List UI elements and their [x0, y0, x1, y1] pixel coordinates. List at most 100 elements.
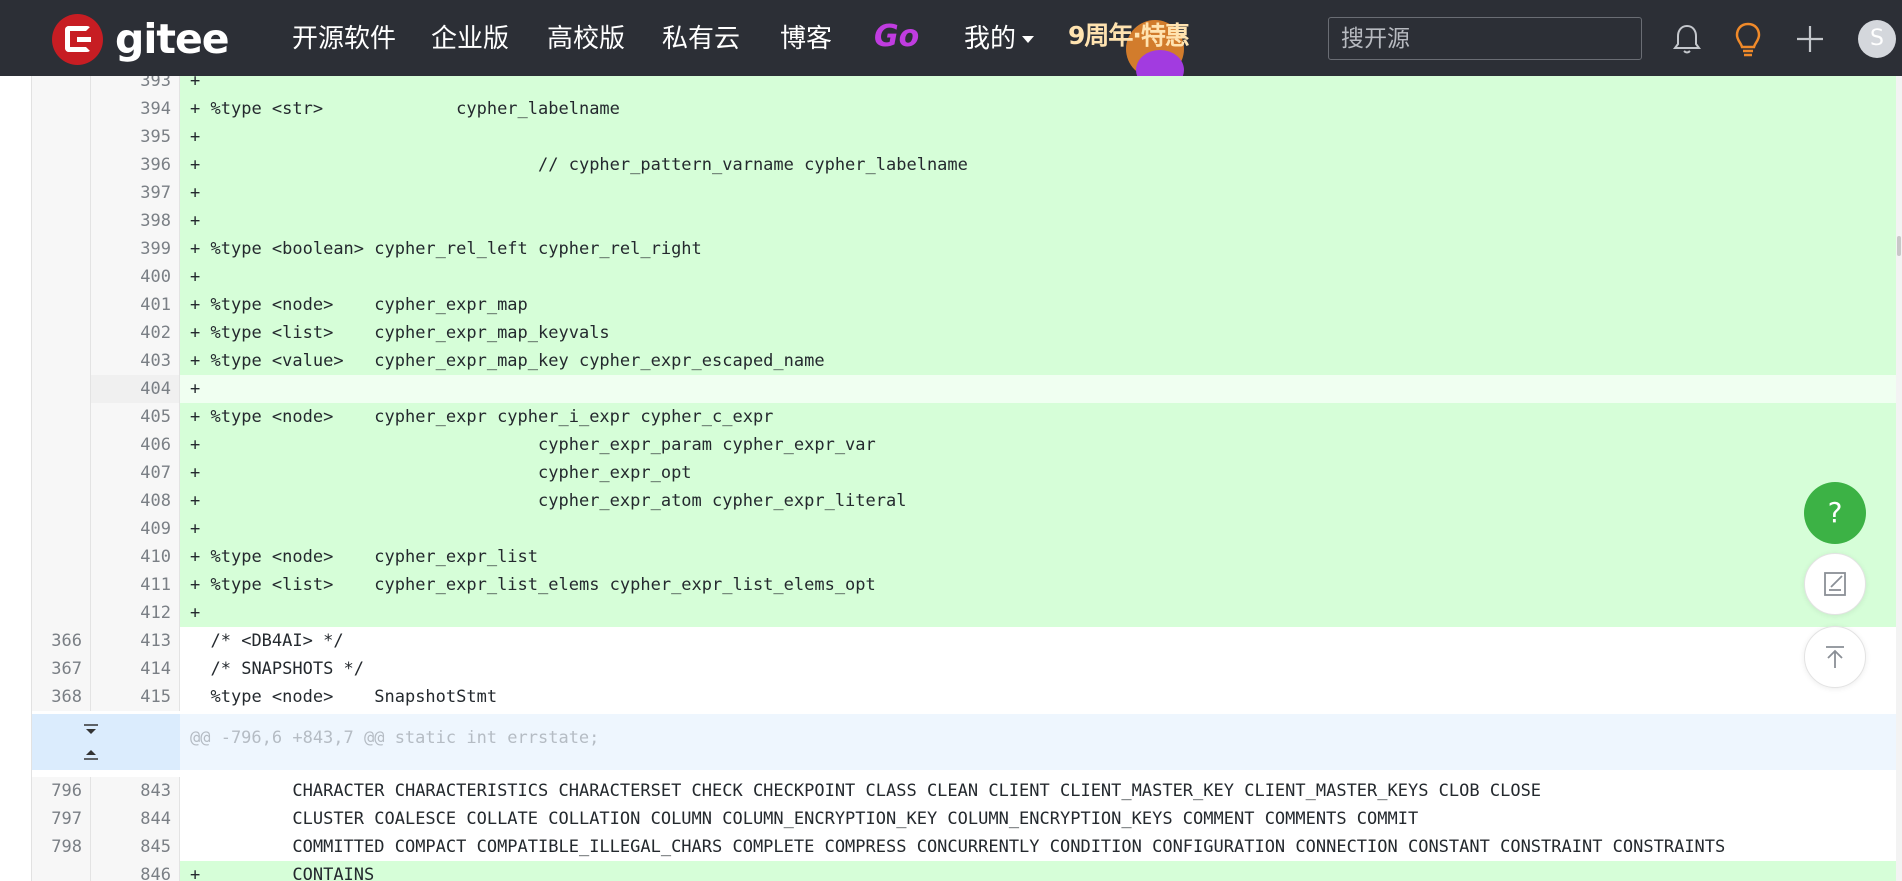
old-line-number[interactable]: 368 — [32, 683, 90, 711]
new-line-number[interactable]: 394 — [90, 95, 180, 123]
old-line-number[interactable] — [32, 403, 90, 431]
nav-item-blog[interactable]: 博客 — [780, 22, 832, 56]
old-line-number[interactable] — [32, 431, 90, 459]
nav-item-go[interactable]: Go — [874, 20, 919, 54]
gitee-logo-icon — [52, 13, 103, 65]
new-line-number[interactable]: 398 — [90, 207, 180, 235]
old-line-number[interactable] — [32, 95, 90, 123]
old-line-number[interactable] — [32, 861, 90, 881]
new-line-number[interactable]: 393 — [90, 76, 180, 95]
expand-up-icon[interactable] — [80, 746, 102, 762]
new-line-number[interactable]: 404 — [90, 375, 180, 403]
diff-sign: + — [190, 575, 201, 595]
diff-sign: + — [190, 211, 201, 231]
lightbulb-icon[interactable] — [1729, 20, 1767, 58]
anniversary-promo-banner[interactable]: 9周年·特惠 — [1066, 6, 1200, 76]
new-line-number[interactable]: 413 — [90, 627, 180, 655]
old-line-number[interactable]: 796 — [32, 777, 90, 805]
new-line-number[interactable]: 411 — [90, 571, 180, 599]
nav-item-education[interactable]: 高校版 — [547, 22, 625, 56]
old-line-number[interactable]: 366 — [32, 627, 90, 655]
code-line: + %type <node> cypher_expr cypher_i_expr… — [180, 403, 1900, 431]
hunk-header-text: @@ -796,6 +843,7 @@ static int errstate; — [190, 728, 600, 748]
new-line-number[interactable]: 395 — [90, 123, 180, 151]
diff-context-line: 797 844 CLUSTER COALESCE COLLATE COLLATIO… — [32, 805, 1900, 833]
code-line: + — [180, 599, 1900, 627]
expand-down-icon[interactable] — [80, 722, 102, 738]
new-line-number[interactable]: 415 — [90, 683, 180, 711]
diff-sign: + — [190, 127, 201, 147]
search-input[interactable] — [1328, 17, 1642, 60]
new-line-number[interactable]: 396 — [90, 151, 180, 179]
diff-sign: + — [190, 463, 201, 483]
scrollbar-thumb[interactable] — [1897, 236, 1901, 256]
old-line-number[interactable] — [32, 599, 90, 627]
plus-icon[interactable] — [1791, 20, 1829, 58]
diff-sign: + — [190, 323, 201, 343]
old-line-number[interactable] — [32, 347, 90, 375]
old-line-number[interactable] — [32, 459, 90, 487]
old-line-number[interactable] — [32, 207, 90, 235]
diff-added-line: 412 + — [32, 599, 1900, 627]
new-line-number[interactable]: 400 — [90, 263, 180, 291]
old-line-number[interactable]: 798 — [32, 833, 90, 861]
old-line-number[interactable] — [32, 319, 90, 347]
old-line-number[interactable] — [32, 375, 90, 403]
old-line-number[interactable]: 367 — [32, 655, 90, 683]
code-line: CLUSTER COALESCE COLLATE COLLATION COLUM… — [180, 805, 1900, 833]
old-line-number[interactable] — [32, 76, 90, 95]
old-line-number[interactable] — [32, 123, 90, 151]
diff-added-line: 397 + — [32, 179, 1900, 207]
old-line-number[interactable] — [32, 571, 90, 599]
new-line-number[interactable]: 845 — [90, 833, 180, 861]
avatar[interactable]: S — [1858, 20, 1896, 58]
old-line-number[interactable] — [32, 543, 90, 571]
new-line-number[interactable]: 401 — [90, 291, 180, 319]
new-line-number[interactable]: 399 — [90, 235, 180, 263]
old-line-number[interactable] — [32, 291, 90, 319]
new-line-number[interactable]: 402 — [90, 319, 180, 347]
diff-sign — [190, 837, 200, 857]
scrollbar-track[interactable] — [1896, 76, 1902, 881]
code-text: %type <node> cypher_expr cypher_i_expr c… — [210, 407, 774, 427]
new-line-number[interactable]: 843 — [90, 777, 180, 805]
nav-item-private-cloud[interactable]: 私有云 — [662, 22, 740, 56]
diff-added-line: 404 + — [32, 375, 1900, 403]
code-text: %type <node> cypher_expr_map — [210, 295, 528, 315]
old-line-number[interactable] — [32, 487, 90, 515]
diff-added-line: 402 + %type <list> cypher_expr_map_keyval… — [32, 319, 1900, 347]
old-line-number[interactable]: 797 — [32, 805, 90, 833]
diff-context-line: 796 843 CHARACTER CHARACTERISTICS CHARACT… — [32, 777, 1900, 805]
diff-sign: + — [190, 519, 201, 539]
new-line-number[interactable]: 410 — [90, 543, 180, 571]
new-line-number[interactable]: 412 — [90, 599, 180, 627]
diff-sign: + — [190, 865, 201, 881]
new-line-number[interactable]: 403 — [90, 347, 180, 375]
new-line-number[interactable]: 409 — [90, 515, 180, 543]
diff-added-line: 394 + %type <str> cypher_labelname — [32, 95, 1900, 123]
old-line-number[interactable] — [32, 235, 90, 263]
new-line-number[interactable]: 397 — [90, 179, 180, 207]
nav-item-open-source[interactable]: 开源软件 — [292, 22, 396, 56]
old-line-number[interactable] — [32, 151, 90, 179]
new-line-number[interactable]: 846 — [90, 861, 180, 881]
new-line-number[interactable]: 408 — [90, 487, 180, 515]
new-line-number[interactable]: 414 — [90, 655, 180, 683]
new-line-number[interactable]: 406 — [90, 431, 180, 459]
nav-item-mine[interactable]: 我的 — [964, 22, 1035, 56]
new-line-number[interactable]: 405 — [90, 403, 180, 431]
new-line-number[interactable]: 407 — [90, 459, 180, 487]
feedback-button[interactable] — [1804, 553, 1866, 615]
bell-icon[interactable] — [1668, 20, 1706, 58]
gitee-logo[interactable]: gitee — [52, 13, 230, 65]
help-button[interactable]: ? — [1804, 482, 1866, 544]
code-line: /* SNAPSHOTS */ — [180, 655, 1900, 683]
old-line-number[interactable] — [32, 515, 90, 543]
back-to-top-button[interactable] — [1804, 626, 1866, 688]
diff-added-line: 409 + — [32, 515, 1900, 543]
old-line-number[interactable] — [32, 263, 90, 291]
nav-item-enterprise[interactable]: 企业版 — [431, 22, 509, 56]
back-to-top-icon — [1826, 646, 1844, 668]
old-line-number[interactable] — [32, 179, 90, 207]
new-line-number[interactable]: 844 — [90, 805, 180, 833]
